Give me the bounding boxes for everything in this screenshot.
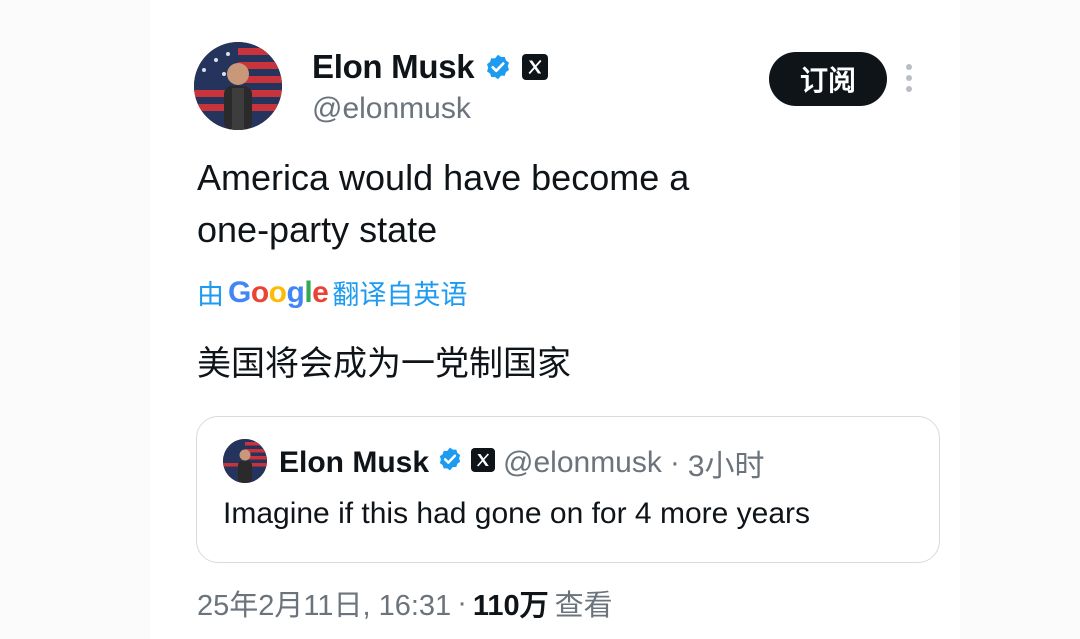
subscribe-button[interactable]: 订阅: [769, 52, 887, 106]
quoted-verified-badge-icon: [437, 446, 463, 480]
tweet-datetime[interactable]: 25年2月11日, 16:31: [197, 582, 451, 624]
google-logo-g2: g: [286, 275, 305, 309]
google-logo-o2: o: [268, 275, 287, 309]
translated-text: 美国将会成为一党制国家: [197, 344, 571, 384]
author-handle[interactable]: @elonmusk: [312, 92, 471, 126]
author-avatar[interactable]: [194, 42, 282, 130]
quoted-author-handle[interactable]: @elonmusk: [503, 446, 662, 480]
google-logo: Google: [228, 275, 329, 310]
verified-badge-icon: [484, 53, 512, 81]
tweet-text: America would have become a one-party st…: [197, 152, 817, 256]
quoted-x-affiliation-icon: [471, 446, 496, 480]
google-logo-g: G: [228, 275, 251, 309]
tweet-footer: 25年2月11日, 16:31 · 110万 查看: [197, 582, 613, 624]
footer-separator: ·: [457, 586, 467, 619]
translate-suffix: 翻译自英语: [332, 280, 468, 311]
x-affiliation-icon: [522, 54, 549, 80]
quoted-avatar-image: [223, 439, 267, 483]
quoted-author-name[interactable]: Elon Musk: [279, 446, 429, 480]
view-count: 110万: [472, 590, 549, 622]
quoted-text: Imagine if this had gone on for 4 more y…: [223, 497, 810, 530]
tweet-header: Elon Musk @elonmusk 订阅: [194, 42, 914, 132]
quoted-author-avatar[interactable]: [223, 439, 267, 483]
author-name[interactable]: Elon Musk: [312, 48, 475, 86]
quoted-header-row: Elon Musk @elonmusk · 3小时: [279, 441, 765, 485]
quoted-tweet[interactable]: Elon Musk @elonmusk · 3小时 Imagine if thi…: [196, 416, 940, 563]
more-options-icon[interactable]: [904, 64, 914, 98]
view-count-label: 查看: [554, 590, 613, 622]
google-logo-l: l: [304, 275, 313, 309]
quoted-timestamp: 3小时: [687, 450, 765, 483]
tweet-text-line-2: one-party state: [197, 209, 438, 250]
translation-attribution[interactable]: 由 Google 翻译自英语: [197, 273, 467, 312]
google-logo-e: e: [312, 275, 329, 309]
author-name-row: Elon Musk: [312, 48, 549, 86]
avatar-image: [194, 42, 282, 130]
tweet-text-line-1: America would have become a: [197, 157, 690, 198]
translate-prefix: 由: [197, 280, 224, 311]
google-logo-o1: o: [250, 275, 269, 309]
quoted-separator: ·: [669, 446, 680, 479]
